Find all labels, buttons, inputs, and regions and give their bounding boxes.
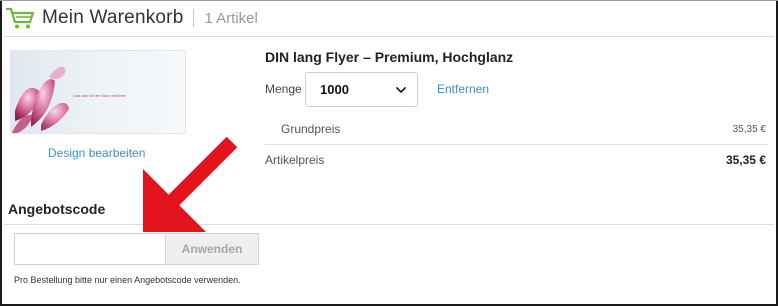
item-price-label: Artikelpreis [265,153,325,167]
remove-item-link[interactable]: Entfernen [437,82,489,96]
chevron-down-icon [396,87,406,93]
price-divider [265,144,768,145]
coupon-note: Pro Bestellung bitte nur einen Angebotsc… [14,275,241,285]
coupon-code-input[interactable] [14,233,165,265]
product-thumbnail: Lass dich mit der Natur verführen [10,50,186,134]
coupon-divider [4,224,774,225]
quantity-select[interactable]: 1000 [305,72,418,107]
header-divider [193,9,195,27]
coupon-heading: Angebotscode [8,201,106,217]
shopping-cart-icon [6,7,35,29]
product-name: DIN lang Flyer – Premium, Hochglanz [265,49,514,65]
quantity-label: Menge [265,82,302,96]
page-title: Mein Warenkorb [42,7,184,28]
top-edge [0,0,778,1]
base-price-label: Grundpreis [281,122,341,136]
quantity-value: 1000 [320,82,349,97]
header-divider-line [4,36,774,37]
flower-image: Lass dich mit der Natur verführen [11,51,185,133]
item-count: 1 Artikel [204,9,258,27]
thumbnail-caption: Lass dich mit der Natur verführen [73,94,126,98]
base-price-value: 35,35 € [732,124,766,135]
item-price-value: 35,35 € [725,153,766,167]
cart-header: Mein Warenkorb 1 Artikel [6,4,258,32]
edit-design-link[interactable]: Design bearbeiten [48,146,145,160]
apply-coupon-button[interactable]: Anwenden [165,233,259,265]
